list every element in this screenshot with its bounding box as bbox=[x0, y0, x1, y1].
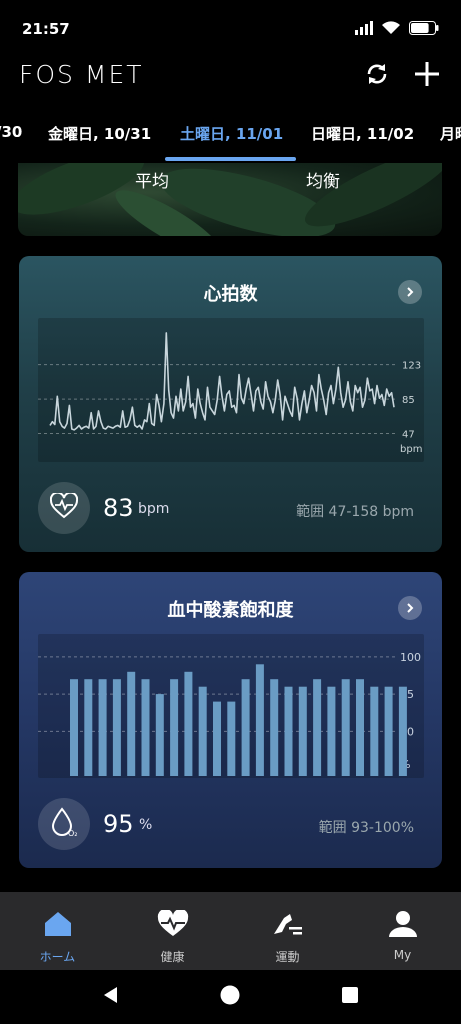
recents-button[interactable] bbox=[337, 984, 363, 1010]
hr-y-unit: bpm bbox=[400, 444, 422, 455]
spo2-chart: 1009590% bbox=[38, 634, 424, 778]
heart-rate-value: 83 bbox=[103, 494, 134, 522]
spo2-icon-wrap: O₂ bbox=[38, 798, 90, 850]
back-button[interactable] bbox=[98, 984, 124, 1010]
balance-label: 均衡 bbox=[306, 172, 340, 192]
nav-my-label: My bbox=[393, 948, 412, 962]
home-system-button[interactable] bbox=[217, 984, 243, 1010]
heart-rate-chart-svg: 123 85 47 bpm bbox=[38, 332, 422, 455]
balance-banner[interactable]: 平均 均衡 bbox=[18, 163, 442, 236]
exercise-icon bbox=[272, 910, 304, 942]
spo2-bar bbox=[198, 686, 207, 776]
spo2-bar bbox=[327, 686, 336, 776]
spo2-bar bbox=[84, 679, 93, 776]
spo2-bar bbox=[241, 679, 250, 776]
recents-square-icon bbox=[340, 985, 360, 1009]
battery-icon bbox=[409, 20, 439, 39]
spo2-bar bbox=[127, 671, 136, 776]
sync-icon bbox=[363, 60, 391, 92]
spo2-bar bbox=[398, 686, 407, 776]
hr-y-tick: 123 bbox=[402, 361, 421, 372]
spo2-bar bbox=[70, 679, 78, 776]
heart-rate-icon-wrap bbox=[38, 482, 90, 534]
add-button[interactable] bbox=[411, 60, 443, 92]
app-logo: FOS MET bbox=[19, 60, 144, 89]
plus-icon bbox=[413, 60, 441, 92]
tab-date-1031[interactable]: 金曜日, 10/31 bbox=[48, 123, 151, 144]
spo2-bar bbox=[213, 701, 221, 776]
heart-rate-detail-button[interactable] bbox=[398, 280, 422, 304]
status-time: 21:57 bbox=[22, 20, 70, 38]
spo2-bar bbox=[298, 686, 307, 776]
tab-date-1101[interactable]: 土曜日, 11/01 bbox=[180, 123, 283, 144]
heart-pulse-icon bbox=[49, 491, 79, 523]
heart-rate-card[interactable]: 心拍数 123 85 47 bpm 83 bpm 範囲 47-158 bpm bbox=[19, 256, 442, 552]
home-icon bbox=[43, 910, 73, 942]
spo2-bar bbox=[284, 686, 293, 776]
spo2-chart-svg: 1009590% bbox=[38, 651, 421, 776]
nav-health[interactable]: 健康 bbox=[115, 892, 230, 970]
nav-home[interactable]: ホーム bbox=[0, 892, 115, 970]
heart-rate-title: 心拍数 bbox=[203, 284, 258, 305]
nav-exercise[interactable]: 運動 bbox=[230, 892, 345, 970]
spo2-bar bbox=[356, 679, 364, 776]
hr-series-line bbox=[49, 332, 395, 431]
spo2-card[interactable]: 血中酸素飽和度 1009590% O₂ 95 % 範囲 93-100% bbox=[19, 572, 442, 868]
system-nav-bar bbox=[0, 970, 461, 1024]
user-icon bbox=[388, 910, 418, 942]
heart-rate-unit: bpm bbox=[138, 501, 170, 517]
sync-button[interactable] bbox=[361, 60, 393, 92]
spo2-detail-button[interactable] bbox=[398, 596, 422, 620]
signal-icon bbox=[355, 20, 373, 39]
tab-date-1103[interactable]: 月曜 bbox=[440, 123, 461, 144]
nav-exercise-label: 運動 bbox=[275, 950, 300, 964]
date-tabs: /30 金曜日, 10/31 土曜日, 11/01 日曜日, 11/02 月曜 bbox=[0, 115, 461, 163]
tab-date-1102[interactable]: 日曜日, 11/02 bbox=[311, 123, 414, 144]
spo2-bar bbox=[384, 686, 393, 776]
spo2-bar bbox=[270, 679, 279, 776]
tab-date-1030[interactable]: /30 bbox=[0, 123, 22, 141]
active-tab-indicator bbox=[165, 157, 296, 161]
heart-rate-chart: 123 85 47 bpm bbox=[38, 318, 424, 462]
oxygen-drop-icon: O₂ bbox=[51, 807, 78, 841]
spo2-bar bbox=[141, 679, 150, 776]
bottom-nav: ホーム 健康 運動 My bbox=[0, 892, 461, 970]
spo2-bar bbox=[313, 679, 322, 776]
spo2-bar bbox=[227, 701, 236, 776]
spo2-title: 血中酸素飽和度 bbox=[167, 600, 294, 621]
heart-rate-range: 範囲 47-158 bpm bbox=[296, 504, 414, 520]
home-circle-icon bbox=[219, 984, 241, 1010]
hr-y-tick: 47 bbox=[402, 430, 415, 441]
nav-health-label: 健康 bbox=[160, 950, 185, 964]
spo2-bar bbox=[255, 664, 264, 776]
nav-home-label: ホーム bbox=[39, 950, 76, 964]
spo2-bar bbox=[112, 679, 121, 776]
spo2-bar bbox=[98, 679, 107, 776]
spo2-bar bbox=[341, 679, 350, 776]
app-header: FOS MET bbox=[0, 52, 461, 97]
svg-text:O₂: O₂ bbox=[68, 829, 77, 837]
spo2-bar bbox=[184, 671, 193, 776]
spo2-value: 95 bbox=[103, 810, 134, 838]
wifi-icon bbox=[381, 20, 401, 39]
status-icons bbox=[355, 20, 439, 39]
status-bar: 21:57 bbox=[0, 0, 461, 52]
chevron-right-icon bbox=[404, 283, 416, 302]
average-label: 平均 bbox=[135, 172, 169, 192]
chevron-right-icon bbox=[404, 599, 416, 618]
hr-y-tick: 85 bbox=[402, 395, 415, 406]
spo2-bar bbox=[170, 679, 179, 776]
back-triangle-icon bbox=[101, 985, 121, 1009]
spo2-bar bbox=[155, 694, 164, 776]
nav-my[interactable]: My bbox=[345, 892, 460, 970]
spo2-unit: % bbox=[139, 817, 153, 833]
health-icon bbox=[157, 908, 189, 942]
spo2-bar bbox=[370, 686, 379, 776]
spo2-range: 範囲 93-100% bbox=[318, 820, 414, 836]
spo2-y-tick: 100 bbox=[400, 651, 421, 664]
leaf-background-image bbox=[18, 163, 442, 236]
